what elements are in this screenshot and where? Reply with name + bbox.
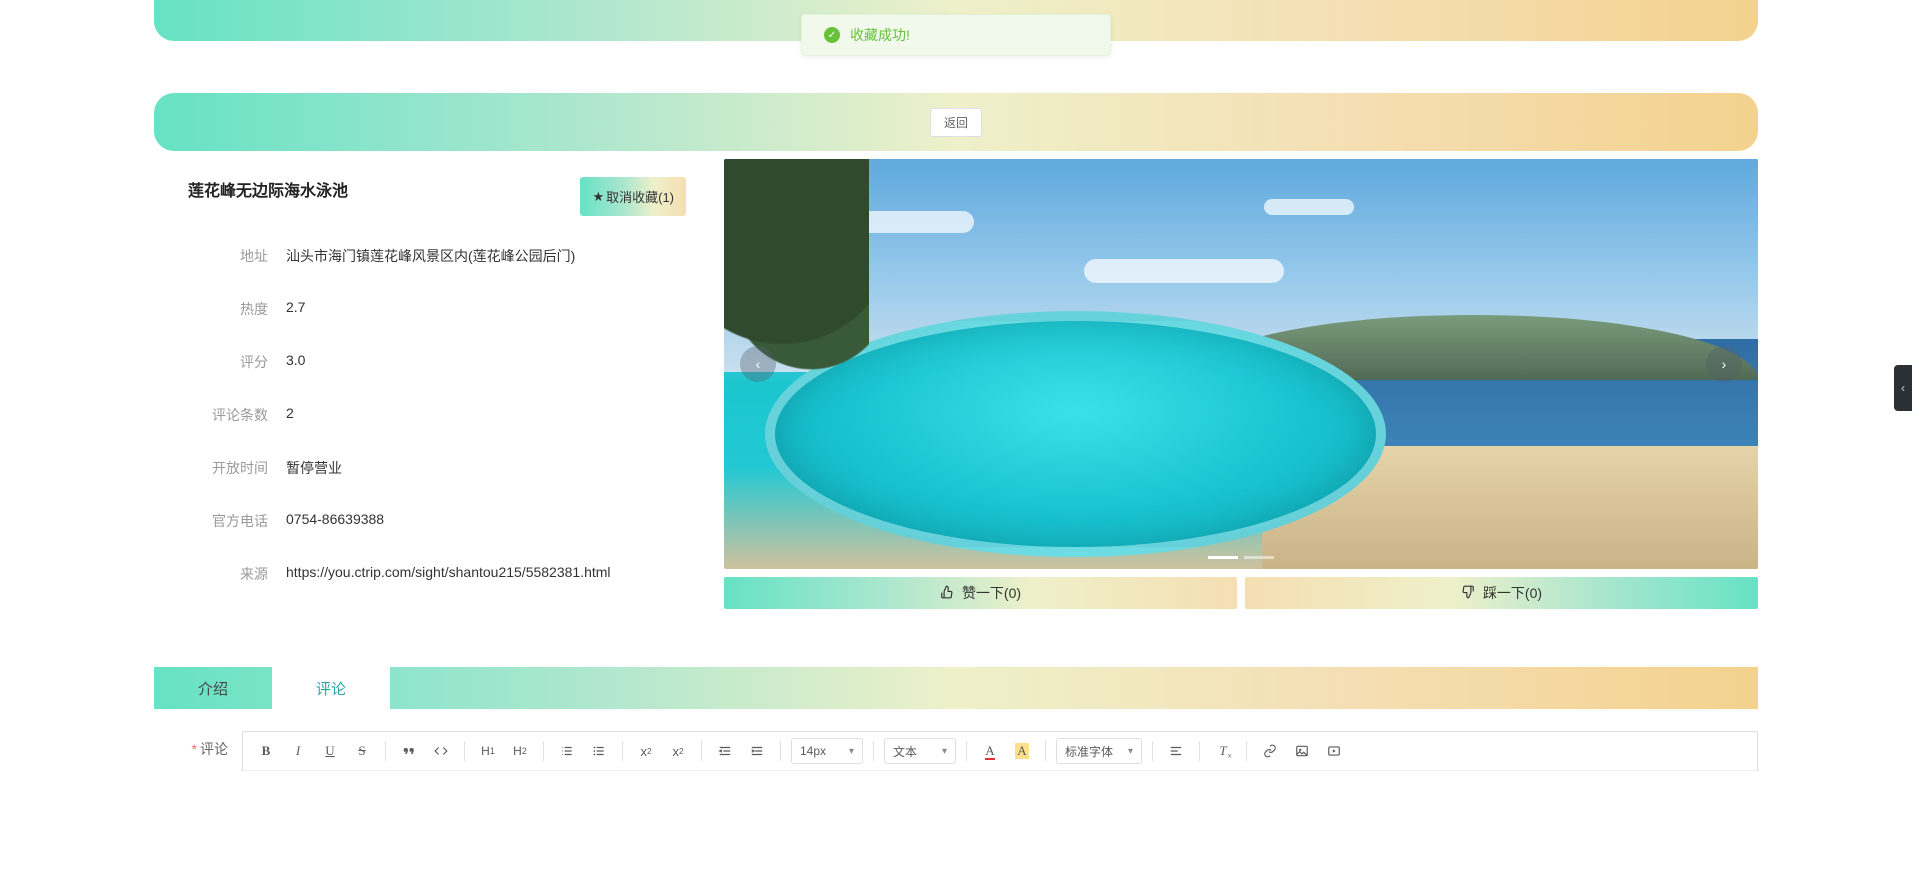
clear-format-button[interactable]: T× [1210,738,1236,764]
caret-updown-icon: ▾ [849,746,854,757]
heading1-button[interactable]: H1 [475,738,501,764]
element-type-value: 文本 [893,743,917,760]
phone-value: 0754-86639388 [286,511,384,531]
carousel-indicators [1208,556,1274,559]
tab-intro[interactable]: 介绍 [154,667,272,709]
check-circle-icon: ✓ [824,27,840,43]
toolbar-separator [464,741,465,761]
header-bar: 返回 [154,93,1758,151]
video-button[interactable] [1321,738,1347,764]
chevron-left-icon: ‹ [1901,381,1905,395]
rating-value: 3.0 [286,352,305,372]
toolbar-separator [1045,741,1046,761]
back-button[interactable]: 返回 [930,108,982,137]
phone-label: 官方电话 [188,511,268,531]
italic-button[interactable]: I [285,738,311,764]
font-size-select[interactable]: 14px ▾ [791,738,863,764]
heat-label: 热度 [188,299,268,319]
toolbar-separator [1152,741,1153,761]
blockquote-button[interactable] [396,738,422,764]
hours-value: 暂停营业 [286,458,342,478]
image-button[interactable] [1289,738,1315,764]
chevron-left-icon: ‹ [756,356,761,372]
outdent-button[interactable] [712,738,738,764]
toolbar-separator [385,741,386,761]
source-value: https://you.ctrip.com/sight/shantou215/5… [286,564,611,584]
tab-comments[interactable]: 评论 [272,667,390,709]
comment-label-text: 评论 [200,741,228,757]
heat-value: 2.7 [286,299,305,319]
hours-label: 开放时间 [188,458,268,478]
toast-success: ✓ 收藏成功! [801,14,1111,56]
heading2-button[interactable]: H2 [507,738,533,764]
underline-button[interactable]: U [317,738,343,764]
address-label: 地址 [188,246,268,266]
address-value: 汕头市海门镇莲花峰风景区内(莲花峰公园后门) [286,246,575,266]
font-color-button[interactable]: A [977,738,1003,764]
downvote-label: 踩一下(0) [1483,583,1542,603]
star-icon: ★ [592,189,604,205]
required-star-icon: * [192,741,197,757]
thumbs-down-icon [1461,585,1475,602]
caret-updown-icon: ▾ [942,746,947,757]
font-family-select[interactable]: 标准字体 ▾ [1056,738,1142,764]
unordered-list-button[interactable] [586,738,612,764]
downvote-button[interactable]: 踩一下(0) [1245,577,1758,609]
toast-text: 收藏成功! [850,25,910,45]
carousel-indicator[interactable] [1208,556,1238,559]
carousel-prev-button[interactable]: ‹ [740,346,776,382]
highlight-color-button[interactable]: A [1009,738,1035,764]
ordered-list-button[interactable] [554,738,580,764]
info-row-source: 来源 https://you.ctrip.com/sight/shantou21… [188,564,686,584]
unfavorite-label: 取消收藏(1) [606,187,674,206]
carousel-image [724,159,1758,569]
info-panel: 莲花峰无边际海水泳池 ★ 取消收藏(1) 地址 汕头市海门镇莲花峰风景区内(莲花… [154,159,702,627]
bold-button[interactable]: B [253,738,279,764]
align-button[interactable] [1163,738,1189,764]
font-family-value: 标准字体 [1065,743,1113,760]
caret-updown-icon: ▾ [1128,746,1133,757]
side-drawer-handle[interactable]: ‹ [1894,365,1912,411]
unfavorite-button[interactable]: ★ 取消收藏(1) [580,177,686,216]
carousel-indicator[interactable] [1244,556,1274,559]
source-label: 来源 [188,564,268,584]
poi-title: 莲花峰无边际海水泳池 [188,177,348,201]
toolbar-separator [543,741,544,761]
editor-toolbar: B I U S H1 H2 [243,732,1757,771]
upvote-button[interactable]: 赞一下(0) [724,577,1237,609]
rating-label: 评分 [188,352,268,372]
info-row-rating: 评分 3.0 [188,352,686,372]
indent-button[interactable] [744,738,770,764]
comment-field-label: *评论 [154,731,242,759]
strike-button[interactable]: S [349,738,375,764]
info-row-hours: 开放时间 暂停营业 [188,458,686,478]
codeblock-button[interactable] [428,738,454,764]
reviews-value: 2 [286,405,294,425]
reviews-label: 评论条数 [188,405,268,425]
info-row-phone: 官方电话 0754-86639388 [188,511,686,531]
toolbar-separator [1246,741,1247,761]
image-carousel[interactable]: ‹ › [724,159,1758,569]
subscript-button[interactable]: x2 [633,738,659,764]
link-button[interactable] [1257,738,1283,764]
thumbs-up-icon [940,585,954,602]
rich-text-editor[interactable]: B I U S H1 H2 [242,731,1758,771]
toolbar-separator [780,741,781,761]
toolbar-separator [622,741,623,761]
font-size-value: 14px [800,744,826,758]
toolbar-separator [873,741,874,761]
tabs: 介绍 评论 [154,667,1758,709]
toolbar-separator [1199,741,1200,761]
upvote-label: 赞一下(0) [962,583,1021,603]
toolbar-separator [966,741,967,761]
element-type-select[interactable]: 文本 ▾ [884,738,956,764]
carousel-next-button[interactable]: › [1706,346,1742,382]
info-row-address: 地址 汕头市海门镇莲花峰风景区内(莲花峰公园后门) [188,246,686,266]
chevron-right-icon: › [1722,356,1727,372]
info-row-reviews: 评论条数 2 [188,405,686,425]
superscript-button[interactable]: x2 [665,738,691,764]
info-row-heat: 热度 2.7 [188,299,686,319]
toolbar-separator [701,741,702,761]
